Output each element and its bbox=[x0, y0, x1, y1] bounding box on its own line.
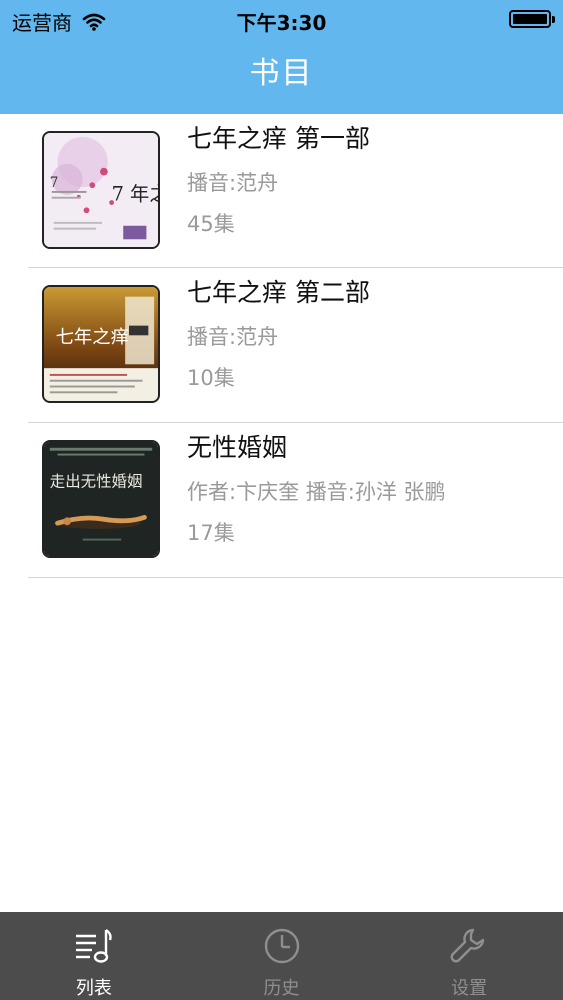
tab-settings[interactable]: 设置 bbox=[375, 912, 563, 1000]
book-cover-image: 七年之痒 bbox=[42, 285, 160, 403]
episode-count: 10集 bbox=[187, 366, 235, 390]
book-list: 7 7 年之痒 七年之痒 第一部 播音:范舟 45集 bbox=[0, 114, 563, 578]
book-title: 无性婚姻 bbox=[187, 433, 288, 462]
tab-list[interactable]: 列表 bbox=[0, 912, 188, 1000]
tab-settings-label: 设置 bbox=[451, 978, 488, 999]
book-narrator: 播音:范舟 bbox=[187, 325, 279, 349]
episode-count: 17集 bbox=[187, 521, 235, 545]
tab-list-label: 列表 bbox=[75, 978, 112, 999]
tab-history-label: 历史 bbox=[263, 978, 300, 999]
battery-icon bbox=[509, 10, 555, 28]
status-bar: 运营商 下午3:30 bbox=[0, 0, 563, 40]
episode-count: 45集 bbox=[187, 212, 235, 236]
wrench-icon bbox=[450, 928, 485, 963]
book-cover-image: 7 7 年之痒 bbox=[42, 131, 160, 249]
battery-fill bbox=[513, 14, 547, 24]
status-time: 下午3:30 bbox=[236, 11, 327, 35]
book-title: 七年之痒 第一部 bbox=[187, 124, 370, 153]
book-narrator: 播音:范舟 bbox=[187, 171, 279, 195]
page-title: 书目 bbox=[249, 56, 314, 91]
cover-art-1: 7 7 年之痒 bbox=[44, 133, 158, 247]
book-row-2[interactable]: 七年之痒 七年之痒 第二部 播音:范舟 10集 bbox=[0, 268, 563, 423]
cover-art-3: 走出无性婚姻 bbox=[44, 442, 158, 556]
cover-title-2: 七年之痒 bbox=[56, 327, 129, 348]
battery-tip bbox=[552, 16, 555, 23]
music-list-icon bbox=[75, 929, 112, 963]
svg-text:7: 7 bbox=[50, 175, 59, 191]
book-row-1[interactable]: 7 7 年之痒 七年之痒 第一部 播音:范舟 45集 bbox=[0, 114, 563, 268]
book-cover-image: 走出无性婚姻 bbox=[42, 440, 160, 558]
clock-icon bbox=[264, 928, 299, 964]
book-title: 七年之痒 第二部 bbox=[187, 278, 370, 307]
tab-bar: 列表 历史 设置 bbox=[0, 912, 563, 1000]
tab-history[interactable]: 历史 bbox=[188, 912, 376, 1000]
cover-title-1: 7 年之痒 bbox=[112, 183, 158, 206]
book-row-3[interactable]: 走出无性婚姻 无性婚姻 作者:卞庆奎 播音:孙洋 张鹏 17集 bbox=[0, 423, 563, 578]
book-author-narrator: 作者:卞庆奎 播音:孙洋 张鹏 bbox=[187, 480, 446, 504]
cover-art-2: 七年之痒 bbox=[44, 287, 158, 401]
cover-title-3: 走出无性婚姻 bbox=[50, 472, 143, 490]
nav-bar: 书目 bbox=[0, 40, 563, 114]
